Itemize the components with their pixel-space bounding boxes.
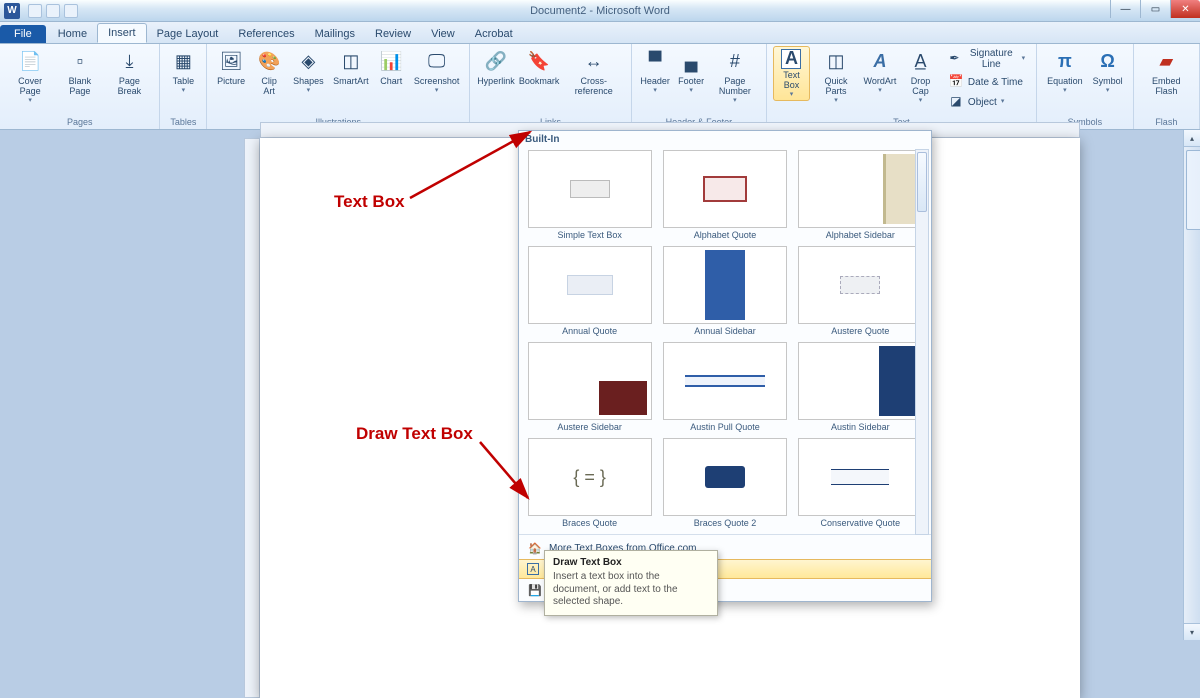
annotation-draw-text-box: Draw Text Box	[356, 424, 473, 444]
annotation-text-box: Text Box	[334, 192, 405, 212]
annotation-arrow-draw	[0, 0, 1200, 640]
